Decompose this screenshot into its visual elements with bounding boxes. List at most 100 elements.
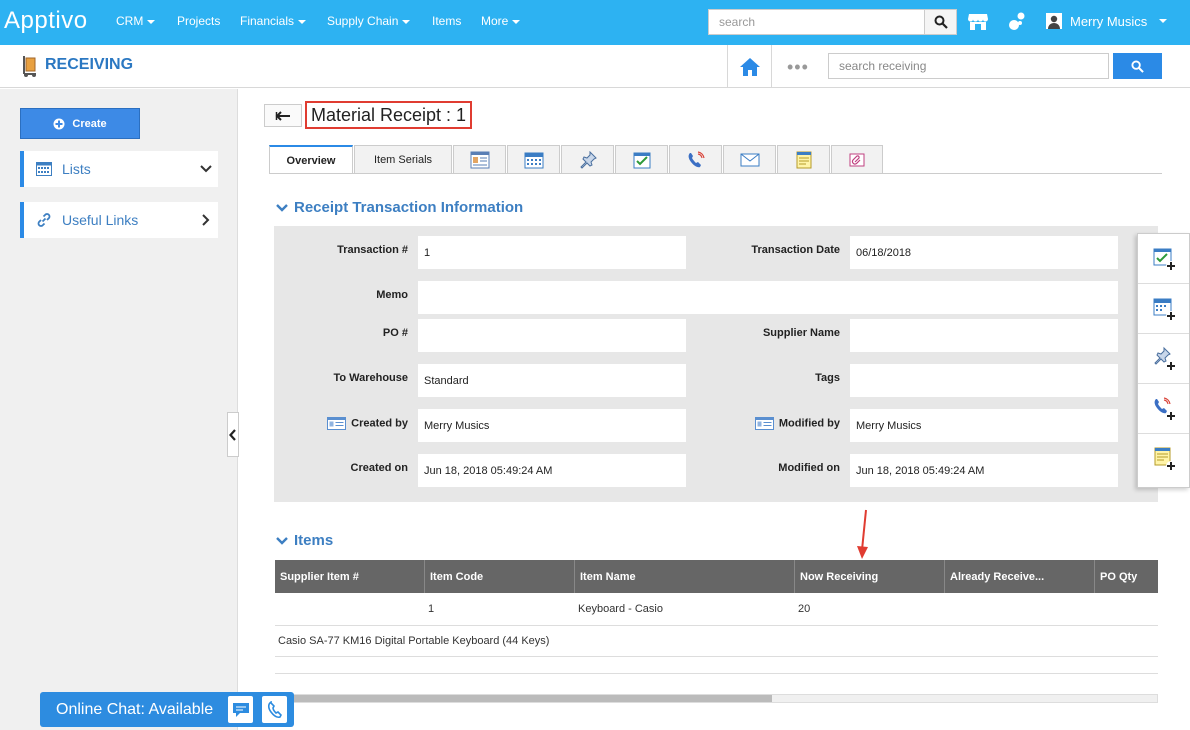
back-button[interactable] [264, 104, 302, 127]
column-now-receiving[interactable]: Now Receiving [795, 560, 945, 593]
receipt-section-title: Receipt Transaction Information [294, 199, 524, 216]
items-table: Supplier Item # Item Code Item Name Now … [275, 560, 1158, 674]
sidebar-item-useful-links-label: Useful Links [62, 212, 139, 228]
add-event-button[interactable] [1138, 284, 1189, 334]
nav-crm-label: CRM [116, 14, 144, 28]
item-description: Casio SA-77 KM16 Digital Portable Keyboa… [278, 635, 550, 647]
table-horizontal-scrollbar[interactable] [275, 694, 1158, 703]
tags-field[interactable] [850, 364, 1118, 397]
column-supplier-item[interactable]: Supplier Item # [275, 560, 425, 593]
nav-crm[interactable]: CRM [116, 14, 156, 28]
add-call-button[interactable] [1138, 384, 1189, 434]
add-calendar-icon [1153, 298, 1176, 321]
tab-notes[interactable] [777, 145, 830, 173]
record-title: Material Receipt : 1 [305, 101, 473, 129]
online-chat-label: Online Chat: Available [56, 700, 214, 718]
receiving-search-button[interactable] [1113, 53, 1162, 79]
collaboration-icon[interactable] [1006, 11, 1028, 33]
top-navigation-bar: Apptivo CRM Projects Financials Supply C… [0, 0, 1190, 45]
receipt-form-panel: Transaction # 1 Transaction Date 06/18/2… [274, 226, 1158, 502]
sidebar-item-lists[interactable]: Lists [20, 151, 218, 187]
tab-follow-up[interactable] [561, 145, 614, 173]
warehouse-field[interactable]: Standard [418, 364, 686, 397]
pushpin-icon [579, 150, 597, 169]
nav-financials[interactable]: Financials [240, 14, 307, 28]
items-section-title: Items [294, 532, 334, 549]
online-chat-widget[interactable]: Online Chat: Available [40, 692, 294, 727]
more-options-button[interactable]: ••• [787, 57, 809, 78]
add-task-button[interactable] [1138, 234, 1189, 284]
chat-call-button[interactable] [262, 696, 287, 723]
nav-financials-label: Financials [240, 14, 295, 28]
transaction-date-field[interactable]: 06/18/2018 [850, 236, 1118, 269]
add-task-icon [1153, 248, 1176, 271]
quick-add-toolbar [1137, 233, 1190, 488]
nav-more-label: More [481, 14, 509, 28]
created-on-label: Created on [350, 462, 408, 474]
apptivo-logo[interactable]: Apptivo [4, 7, 88, 35]
nav-items[interactable]: Items [432, 14, 461, 28]
tab-overview[interactable]: Overview [269, 145, 353, 174]
add-follow-up-button[interactable] [1138, 334, 1189, 384]
po-field[interactable] [418, 319, 686, 352]
task-checkbox-icon [633, 152, 650, 168]
tab-details[interactable] [453, 145, 506, 173]
chat-message-button[interactable] [228, 696, 253, 723]
memo-field[interactable] [418, 281, 1118, 314]
created-by-label-text: Created by [351, 417, 408, 430]
create-button[interactable]: Create [20, 108, 140, 139]
plus-circle-icon [53, 118, 65, 129]
phone-call-icon [688, 150, 705, 167]
receiving-search-input[interactable] [828, 53, 1109, 79]
column-already-received[interactable]: Already Receive... [945, 560, 1095, 593]
sidebar-item-lists-label: Lists [62, 161, 91, 177]
transaction-no-label: Transaction # [337, 244, 408, 256]
tab-emails[interactable] [723, 145, 776, 173]
notes-icon [796, 151, 811, 168]
tab-calendar[interactable] [507, 145, 560, 173]
chevron-down-icon [1159, 19, 1168, 23]
table-row[interactable]: 1 Keyboard - Casio 20 [275, 593, 1158, 626]
table-row-empty [275, 657, 1158, 674]
search-icon [934, 15, 948, 29]
store-icon[interactable] [967, 11, 989, 33]
avatar [1046, 13, 1062, 29]
nav-more[interactable]: More [481, 14, 521, 28]
nav-projects[interactable]: Projects [177, 14, 220, 28]
tab-item-serials[interactable]: Item Serials [354, 145, 452, 173]
hand-truck-icon [23, 56, 36, 77]
global-search-input[interactable] [708, 9, 925, 35]
nav-supply-chain[interactable]: Supply Chain [327, 14, 411, 28]
table-row-description: Casio SA-77 KM16 Digital Portable Keyboa… [275, 626, 1158, 657]
column-po-qty[interactable]: PO Qty [1095, 560, 1158, 593]
items-table-header: Supplier Item # Item Code Item Name Now … [275, 560, 1158, 593]
phone-icon [267, 700, 282, 718]
link-icon [37, 213, 51, 227]
tab-calls[interactable] [669, 145, 722, 173]
home-button[interactable] [727, 45, 772, 88]
collapse-sidebar-button[interactable] [227, 412, 239, 457]
modified-by-label-text: Modified by [778, 417, 840, 430]
tab-tasks[interactable] [615, 145, 668, 173]
chevron-down-icon [276, 536, 288, 545]
add-note-button[interactable] [1138, 434, 1189, 484]
email-icon [740, 153, 759, 166]
items-section-header[interactable]: Items [276, 532, 333, 549]
chevron-down-icon [200, 165, 212, 173]
transaction-no-field[interactable]: 1 [418, 236, 686, 269]
global-search-button[interactable] [924, 9, 957, 35]
scrollbar-thumb[interactable] [276, 695, 772, 702]
column-item-name[interactable]: Item Name [575, 560, 795, 593]
cell-item-name: Keyboard - Casio [578, 603, 663, 615]
receipt-section-header[interactable]: Receipt Transaction Information [276, 199, 523, 216]
home-icon [739, 57, 760, 76]
created-by-field: Merry Musics [418, 409, 686, 442]
column-item-code[interactable]: Item Code [425, 560, 575, 593]
supplier-name-field[interactable] [850, 319, 1118, 352]
sidebar-item-useful-links[interactable]: Useful Links [20, 202, 218, 238]
user-menu[interactable]: Merry Musics [1046, 13, 1168, 29]
user-name: Merry Musics [1070, 13, 1148, 29]
id-card-icon [470, 151, 489, 168]
tab-attachments[interactable] [831, 145, 883, 173]
created-by-label: Created by [274, 417, 408, 430]
